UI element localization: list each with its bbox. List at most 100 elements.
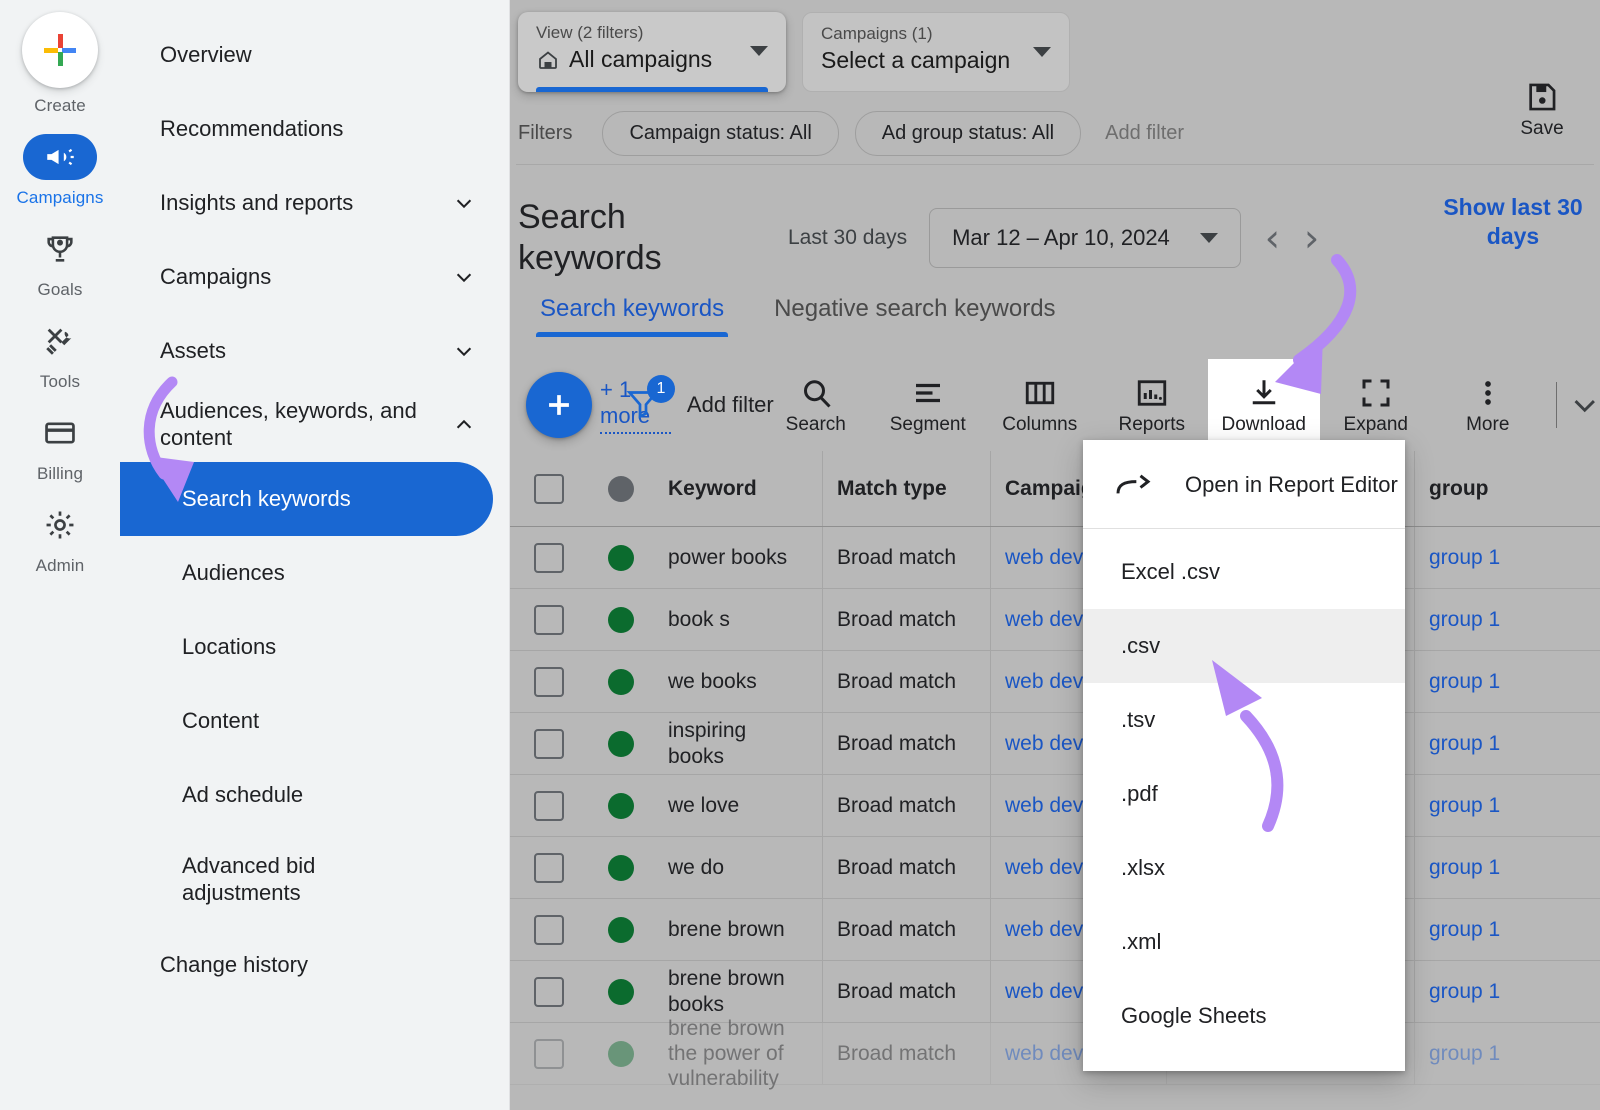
row-checkbox-cell[interactable] bbox=[510, 837, 588, 898]
sidebar-item-assets[interactable]: Assets bbox=[120, 314, 509, 388]
view-selector[interactable]: View (2 filters) All campaigns bbox=[518, 12, 786, 92]
cell-group[interactable]: group 1 bbox=[1429, 669, 1500, 694]
campaigns-rail-button[interactable] bbox=[23, 134, 97, 180]
cell-campaign[interactable]: web dev bbox=[1005, 979, 1083, 1004]
cell-campaign[interactable]: web dev bbox=[1005, 731, 1083, 756]
row-checkbox-cell[interactable] bbox=[510, 589, 588, 650]
table-row[interactable]: brene brown the power of vulnerability B… bbox=[510, 1023, 1600, 1085]
row-checkbox-cell[interactable] bbox=[510, 651, 588, 712]
menu-item-tsv[interactable]: .tsv bbox=[1083, 683, 1405, 757]
toolbar-columns-button[interactable]: Columns bbox=[984, 359, 1096, 451]
tab-search-keywords[interactable]: Search keywords bbox=[540, 295, 724, 337]
table-row[interactable]: brene brown Broad match web dev group 1 bbox=[510, 899, 1600, 961]
cell-campaign[interactable]: web dev bbox=[1005, 793, 1083, 818]
row-checkbox[interactable] bbox=[534, 791, 564, 821]
caret-down-icon[interactable] bbox=[1033, 47, 1051, 57]
billing-rail-button[interactable] bbox=[23, 410, 97, 456]
chevron-down-icon[interactable] bbox=[1569, 385, 1600, 425]
column-header-match-type[interactable]: Match type bbox=[837, 477, 947, 501]
cell-campaign[interactable]: web dev bbox=[1005, 1041, 1083, 1066]
rail-item-create[interactable]: Create bbox=[0, 12, 120, 116]
tools-rail-button[interactable] bbox=[23, 318, 97, 364]
cell-group[interactable]: group 1 bbox=[1429, 917, 1500, 942]
add-filter-button[interactable]: Add filter bbox=[1097, 122, 1184, 145]
row-checkbox-cell[interactable] bbox=[510, 527, 588, 588]
campaign-selector[interactable]: Campaigns (1) Select a campaign bbox=[802, 12, 1070, 92]
table-row[interactable]: power books Broad match web dev group 1 bbox=[510, 527, 1600, 589]
prev-period-button[interactable]: ‹ bbox=[1265, 219, 1280, 257]
sidebar-item-change-history[interactable]: Change history bbox=[120, 928, 509, 1002]
sidebar-item-audiences-keywords-and-content[interactable]: Audiences, keywords, and content bbox=[120, 388, 509, 462]
cell-campaign[interactable]: web dev bbox=[1005, 607, 1083, 632]
chevron-down-icon[interactable] bbox=[453, 266, 475, 288]
admin-rail-button[interactable] bbox=[23, 502, 97, 548]
sidebar-item-advanced-bid-adjustments[interactable]: Advanced bid adjustments bbox=[120, 832, 509, 928]
tab-negative-search-keywords[interactable]: Negative search keywords bbox=[774, 295, 1055, 337]
sidebar-item-overview[interactable]: Overview bbox=[120, 18, 509, 92]
sidebar-item-ad-schedule[interactable]: Ad schedule bbox=[120, 758, 509, 832]
filter-chip-campaign-status[interactable]: Campaign status: All bbox=[602, 111, 838, 156]
save-button[interactable]: Save bbox=[1502, 80, 1582, 140]
date-range-picker[interactable]: Mar 12 – Apr 10, 2024 bbox=[929, 208, 1241, 268]
row-checkbox-cell[interactable] bbox=[510, 961, 588, 1022]
cell-group[interactable]: group 1 bbox=[1429, 607, 1500, 632]
menu-item-xml[interactable]: .xml bbox=[1083, 905, 1405, 979]
row-checkbox[interactable] bbox=[534, 667, 564, 697]
toolbar-download-button[interactable]: Download bbox=[1208, 359, 1320, 451]
sidebar-item-content[interactable]: Content bbox=[120, 684, 509, 758]
row-checkbox[interactable] bbox=[534, 729, 564, 759]
select-all-checkbox[interactable] bbox=[534, 474, 564, 504]
create-button[interactable] bbox=[22, 12, 98, 88]
table-row[interactable]: book s Broad match web dev group 1 bbox=[510, 589, 1600, 651]
sidebar-item-locations[interactable]: Locations bbox=[120, 610, 509, 684]
add-keyword-fab[interactable] bbox=[526, 372, 592, 438]
rail-item-campaigns[interactable]: Campaigns bbox=[0, 134, 120, 208]
toolbar-reports-button[interactable]: Reports bbox=[1096, 359, 1208, 451]
toolbar-expand-button[interactable]: Expand bbox=[1320, 359, 1432, 451]
sidebar-item-recommendations[interactable]: Recommendations bbox=[120, 92, 509, 166]
goals-rail-button[interactable] bbox=[23, 226, 97, 272]
row-checkbox[interactable] bbox=[534, 853, 564, 883]
toolbar-segment-button[interactable]: Segment bbox=[872, 359, 984, 451]
chevron-up-icon[interactable] bbox=[453, 414, 475, 436]
cell-campaign[interactable]: web dev bbox=[1005, 855, 1083, 880]
rail-item-goals[interactable]: Goals bbox=[0, 226, 120, 300]
cell-campaign[interactable]: web dev bbox=[1005, 669, 1083, 694]
cell-group[interactable]: group 1 bbox=[1429, 979, 1500, 1004]
caret-down-icon[interactable] bbox=[750, 46, 768, 56]
chevron-down-icon[interactable] bbox=[453, 192, 475, 214]
select-all-checkbox-cell[interactable] bbox=[510, 451, 588, 526]
filter-chip-ad-group-status[interactable]: Ad group status: All bbox=[855, 111, 1081, 156]
cell-group[interactable]: group 1 bbox=[1429, 1041, 1500, 1066]
table-row[interactable]: brene brown books Broad match web dev gr… bbox=[510, 961, 1600, 1023]
cell-campaign[interactable]: web dev bbox=[1005, 545, 1083, 570]
row-checkbox[interactable] bbox=[534, 1039, 564, 1069]
table-row[interactable]: inspiring books Broad match web dev grou… bbox=[510, 713, 1600, 775]
sidebar-item-audiences[interactable]: Audiences bbox=[120, 536, 509, 610]
cell-campaign[interactable]: web dev bbox=[1005, 917, 1083, 942]
cell-group[interactable]: group 1 bbox=[1429, 855, 1500, 880]
menu-item-open-in-report-editor[interactable]: Open in Report Editor bbox=[1083, 448, 1405, 522]
menu-item-excel-csv[interactable]: Excel .csv bbox=[1083, 535, 1405, 609]
chevron-down-icon[interactable] bbox=[453, 340, 475, 362]
table-row[interactable]: we books Broad match web dev group 1 bbox=[510, 651, 1600, 713]
cell-group[interactable]: group 1 bbox=[1429, 793, 1500, 818]
menu-item-google-sheets[interactable]: Google Sheets bbox=[1083, 979, 1405, 1053]
menu-item-xlsx[interactable]: .xlsx bbox=[1083, 831, 1405, 905]
rail-item-admin[interactable]: Admin bbox=[0, 502, 120, 576]
toolbar-more-button[interactable]: More bbox=[1432, 359, 1544, 451]
sidebar-item-search-keywords[interactable]: Search keywords bbox=[120, 462, 493, 536]
row-checkbox[interactable] bbox=[534, 977, 564, 1007]
row-checkbox-cell[interactable] bbox=[510, 899, 588, 960]
row-checkbox-cell[interactable] bbox=[510, 775, 588, 836]
toolbar-search-button[interactable]: Search bbox=[760, 359, 872, 451]
sidebar-item-insights-and-reports[interactable]: Insights and reports bbox=[120, 166, 509, 240]
row-checkbox[interactable] bbox=[534, 605, 564, 635]
next-period-button[interactable]: › bbox=[1304, 219, 1319, 257]
cell-group[interactable]: group 1 bbox=[1429, 545, 1500, 570]
row-checkbox-cell[interactable] bbox=[510, 713, 588, 774]
rail-item-billing[interactable]: Billing bbox=[0, 410, 120, 484]
row-checkbox-cell[interactable] bbox=[510, 1023, 588, 1084]
menu-item-csv[interactable]: .csv bbox=[1083, 609, 1405, 683]
more-filters-chip[interactable]: + 1 more 1 bbox=[600, 377, 661, 434]
